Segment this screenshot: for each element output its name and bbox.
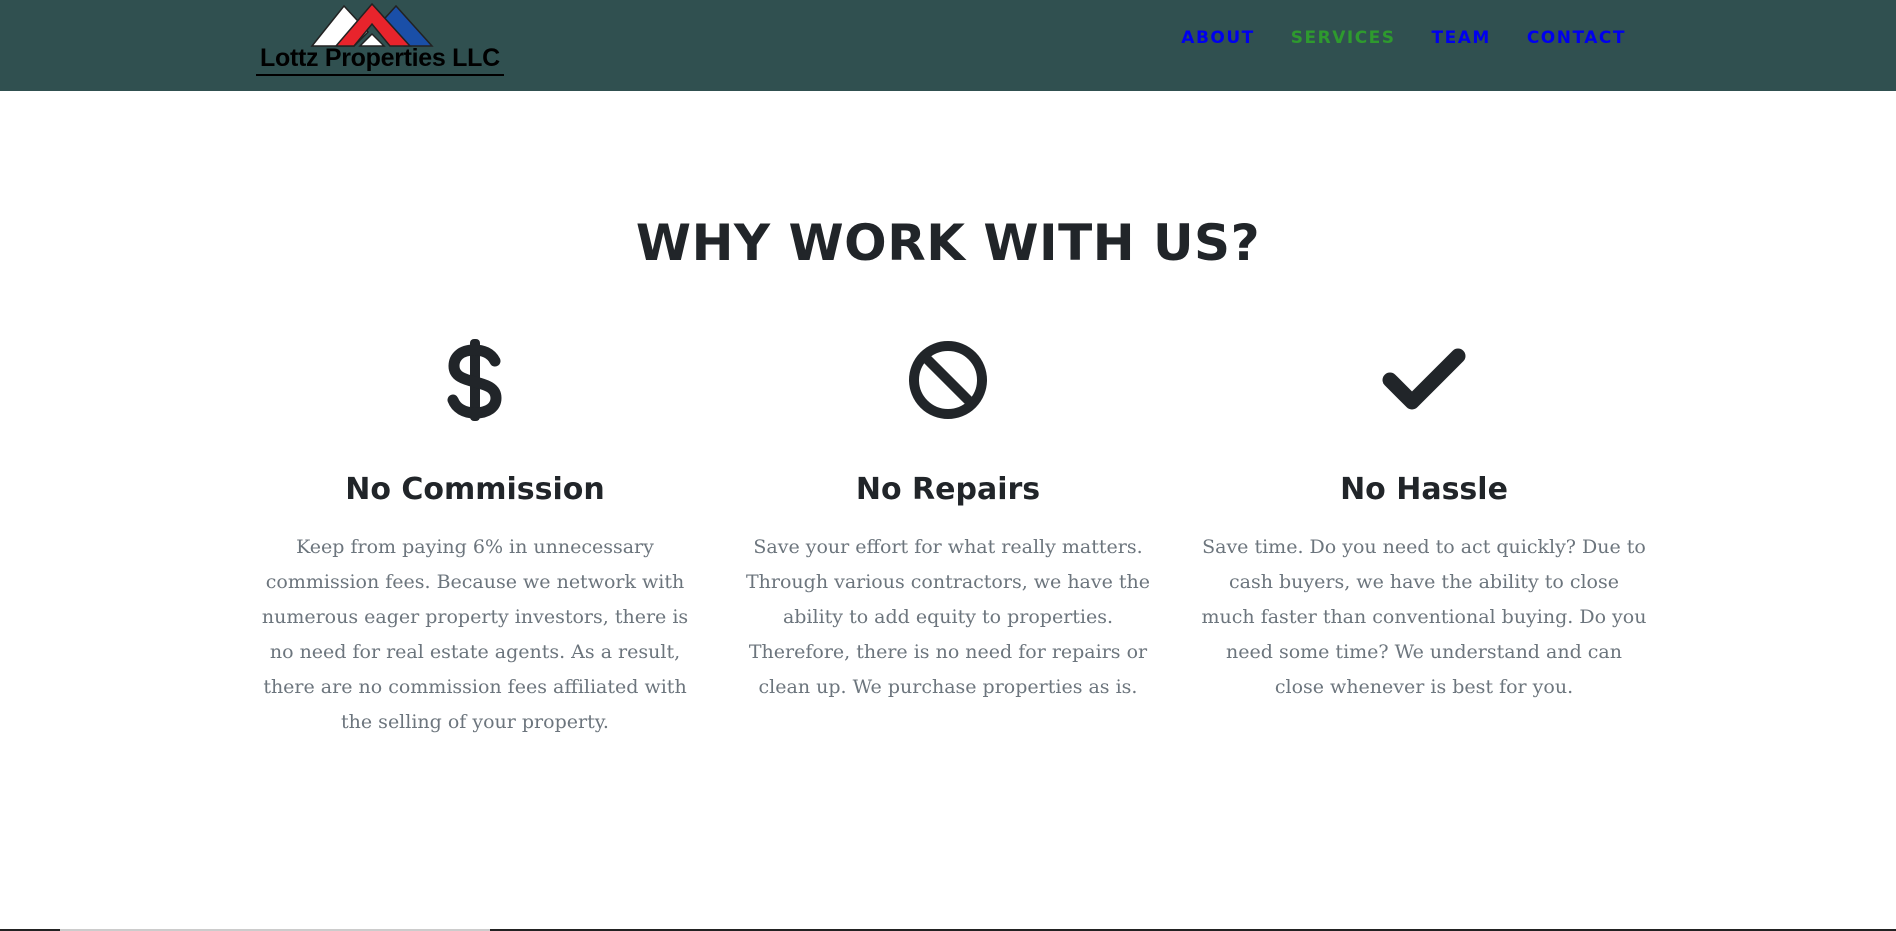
feature-no-commission: No Commission Keep from paying 6% in unn… (250, 330, 700, 733)
dollar-icon (250, 330, 700, 430)
nav-team[interactable]: TEAM (1432, 28, 1491, 48)
nav-services[interactable]: SERVICES (1291, 28, 1396, 48)
feature-no-hassle: No Hassle Save time. Do you need to act … (1199, 330, 1649, 698)
nav-contact[interactable]: CONTACT (1527, 28, 1626, 48)
feature-title: No Hassle (1340, 472, 1508, 507)
section-title: WHY WORK WITH US? (635, 214, 1261, 272)
nav-about[interactable]: ABOUT (1181, 28, 1254, 48)
feature-title: No Repairs (855, 472, 1041, 507)
feature-no-repairs: No Repairs Save your effort for what rea… (723, 330, 1173, 698)
feature-text: Save time. Do you need to act quickly? D… (1201, 536, 1647, 698)
check-icon (1199, 330, 1649, 430)
brand-name: Lottz Properties LLC (260, 44, 500, 72)
feature-text: Save your effort for what really matters… (745, 536, 1151, 698)
logo-underline (256, 74, 504, 76)
feature-title: No Commission (345, 472, 605, 507)
main-nav: ABOUT SERVICES TEAM CONTACT (1181, 28, 1626, 48)
roofs-logo-icon (310, 2, 434, 47)
ban-icon (723, 330, 1173, 430)
navbar: Lottz Properties LLC ABOUT SERVICES TEAM… (0, 0, 1896, 91)
brand-logo[interactable]: Lottz Properties LLC (256, 0, 506, 80)
feature-text: Keep from paying 6% in unnecessary commi… (261, 536, 689, 733)
